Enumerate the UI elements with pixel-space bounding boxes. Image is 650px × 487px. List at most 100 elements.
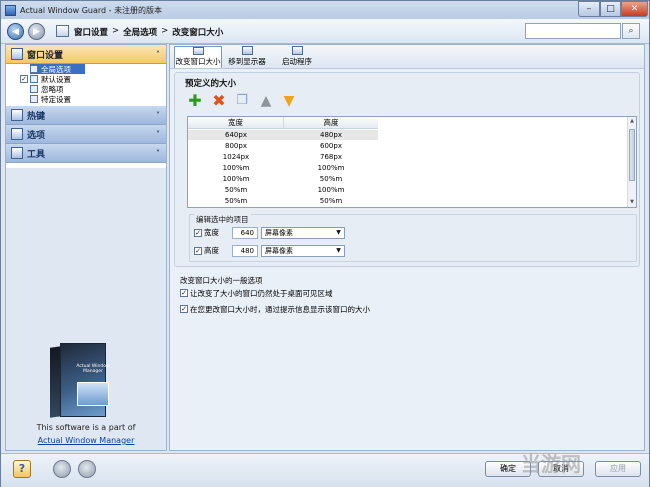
cell-height: 100%m: [317, 186, 345, 194]
delete-icon[interactable]: ✖: [211, 93, 227, 109]
option-keep-visible[interactable]: ✓ 让改变了大小的窗口仍然处于桌面可见区域: [180, 287, 333, 299]
sidebar-item-specific-settings[interactable]: 特定设置: [30, 94, 71, 104]
back-arrow-icon[interactable]: ◀: [7, 23, 24, 40]
cell-height: 50%m: [319, 175, 343, 183]
scrollbar-thumb[interactable]: [629, 129, 635, 181]
monitor-icon: [241, 46, 253, 55]
move-up-icon[interactable]: ▲: [258, 93, 274, 109]
add-icon[interactable]: ✚: [187, 93, 203, 109]
keep-visible-checkbox[interactable]: ✓: [180, 289, 188, 297]
default-settings-icon: [30, 75, 38, 83]
undo-icon[interactable]: [53, 460, 71, 478]
apply-button[interactable]: 应用: [595, 461, 641, 477]
column-header-height[interactable]: 高度: [284, 117, 378, 129]
sidebar-section-hotkeys[interactable]: 热键 ˅: [6, 106, 166, 125]
move-down-icon[interactable]: ▼: [281, 93, 297, 109]
height-unit-value: 屏幕像素: [265, 246, 293, 255]
watermark-logo: 当游网: [521, 452, 581, 476]
column-header-width[interactable]: 宽度: [188, 117, 284, 129]
breadcrumb-item[interactable]: 改变窗口大小: [172, 26, 223, 38]
breadcrumb-item[interactable]: 窗口设置: [74, 26, 108, 38]
height-checkbox[interactable]: ✓: [194, 246, 202, 255]
sizes-list: 宽度 高度 640px 480px 800px 600px 1024px 768…: [187, 116, 637, 208]
sidebar-item-label: 特定设置: [41, 94, 71, 104]
predefined-sizes-title: 预定义的大小: [185, 79, 237, 89]
edit-selected-title: 编辑选中的项目: [194, 214, 251, 225]
sidebar-item-ignore[interactable]: 忽略项: [30, 84, 64, 94]
chevron-down-icon: ˅: [156, 129, 160, 139]
app-icon: [5, 4, 16, 16]
sidebar-section-options[interactable]: 选项 ˅: [6, 125, 166, 144]
table-row[interactable]: 800px 600px: [188, 141, 378, 151]
copy-icon[interactable]: ❐: [234, 93, 250, 109]
tab-startup-programs[interactable]: 启动程序: [276, 46, 318, 68]
edit-selected-group: 编辑选中的项目 ✓ 宽度 640 屏幕像素 ▼ ✓ 高度 480 屏幕像素 ▼: [189, 214, 637, 262]
list-scrollbar[interactable]: ▲ ▼: [627, 117, 636, 207]
global-options-icon: [30, 65, 38, 73]
scroll-up-icon[interactable]: ▲: [629, 118, 635, 124]
tab-move-to-monitor[interactable]: 移到显示器: [226, 46, 268, 68]
option-show-size-tooltip[interactable]: ✓ 在您更改窗口大小时，通过提示信息显示该窗口的大小: [180, 303, 370, 315]
sidebar-section-label: 工具: [27, 149, 46, 160]
promo-link[interactable]: Actual Window Manager: [6, 436, 166, 445]
window-settings-icon: [11, 48, 23, 60]
width-label: 宽度: [204, 228, 219, 237]
sidebar: 窗口设置 ˄ 全局选项 ✓ 默认设置 忽略项 特定设置 热键 ˅ 选项 ˅ 工具…: [5, 44, 167, 451]
table-row[interactable]: 50%m 100%m: [188, 185, 378, 195]
sidebar-section-window-settings[interactable]: 窗口设置 ˄: [6, 45, 166, 64]
sidebar-section-tools[interactable]: 工具 ˅: [6, 144, 166, 163]
sidebar-section-label: 热键: [27, 111, 46, 122]
breadcrumb-separator: >: [161, 26, 169, 36]
sidebar-section-label: 选项: [27, 130, 46, 141]
option-label: 在您更改窗口大小时，通过提示信息显示该窗口的大小: [190, 304, 370, 314]
option-label: 让改变了大小的窗口仍然处于桌面可见区域: [190, 288, 333, 298]
table-row[interactable]: 100%m 100%m: [188, 163, 378, 173]
cell-width: 1024px: [222, 153, 250, 161]
predefined-sizes-panel: 预定义的大小 ✚ ✖ ❐ ▲ ▼ 宽度 高度 640px 480px 800px…: [174, 72, 640, 267]
width-row: ✓ 宽度 640 屏幕像素 ▼: [194, 226, 345, 239]
chevron-down-icon: ˅: [156, 110, 160, 120]
width-checkbox[interactable]: ✓: [194, 228, 202, 237]
chevron-down-icon: ˅: [156, 148, 160, 158]
default-settings-checkbox[interactable]: ✓: [20, 75, 28, 83]
breadcrumb: 窗口设置 > 全局选项 > 改变窗口大小: [74, 26, 223, 38]
sidebar-item-default-settings[interactable]: ✓ 默认设置: [20, 74, 71, 84]
maximize-button[interactable]: □: [600, 1, 621, 17]
tab-label: 启动程序: [282, 57, 312, 66]
cell-height: 768px: [320, 153, 342, 161]
hotkeys-icon: [11, 109, 23, 121]
search-icon[interactable]: ⌕: [622, 23, 640, 39]
content-pane: 改变窗口大小 移到显示器 启动程序 预定义的大小 ✚ ✖ ❐ ▲ ▼ 宽度 高度: [169, 44, 645, 451]
app-window: Actual Window Guard - 未注册的版本 – □ ✕ ◀ ▶ 窗…: [0, 0, 650, 487]
tab-label: 改变窗口大小: [175, 57, 221, 66]
cell-height: 100%m: [317, 164, 345, 172]
table-row[interactable]: 100%m 50%m: [188, 174, 378, 184]
table-row[interactable]: 1024px 768px: [188, 152, 378, 162]
minimize-button[interactable]: –: [578, 1, 600, 17]
width-value-field[interactable]: 640: [232, 226, 258, 239]
general-options-title: 改变窗口大小的一般选项: [180, 276, 263, 285]
sidebar-item-global-options[interactable]: 全局选项: [30, 64, 85, 74]
cell-width: 800px: [225, 142, 247, 150]
breadcrumb-item[interactable]: 全局选项: [123, 26, 157, 38]
cell-width: 100%m: [222, 164, 250, 172]
scroll-down-icon[interactable]: ▼: [629, 199, 635, 205]
table-row[interactable]: 640px 480px: [188, 130, 378, 140]
redo-icon[interactable]: [78, 460, 96, 478]
window-settings-icon: [56, 25, 69, 37]
close-button[interactable]: ✕: [621, 1, 648, 17]
forward-arrow-icon[interactable]: ▶: [28, 23, 45, 40]
tab-resize-window[interactable]: 改变窗口大小: [174, 46, 222, 68]
ignore-icon: [30, 85, 38, 93]
cell-width: 50%m: [224, 197, 248, 205]
title-bar[interactable]: Actual Window Guard - 未注册的版本 – □ ✕: [1, 1, 649, 19]
options-icon: [11, 128, 23, 140]
width-unit-select[interactable]: 屏幕像素 ▼: [261, 226, 345, 239]
height-value-field[interactable]: 480: [232, 244, 258, 257]
height-row: ✓ 高度 480 屏幕像素 ▼: [194, 244, 345, 257]
help-icon[interactable]: ?: [13, 460, 31, 478]
height-unit-select[interactable]: 屏幕像素 ▼: [261, 244, 345, 257]
show-size-checkbox[interactable]: ✓: [180, 305, 188, 313]
table-row[interactable]: 50%m 50%m: [188, 196, 378, 206]
search-input[interactable]: [525, 23, 621, 39]
